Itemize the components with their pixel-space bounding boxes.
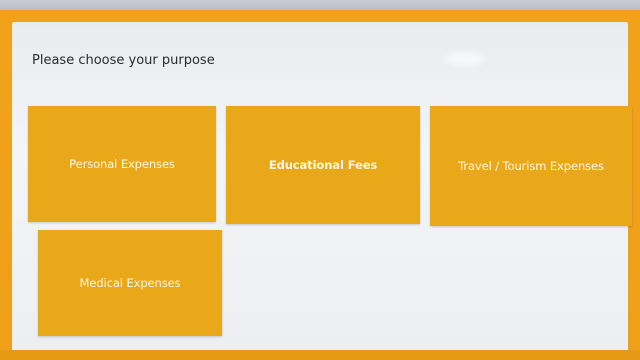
tile-label: Travel / Tourism Expenses bbox=[458, 159, 604, 173]
tile-label: Personal Expenses bbox=[69, 157, 175, 171]
purpose-educational-fees-button[interactable]: Educational Fees bbox=[226, 106, 420, 224]
tile-label: Medical Expenses bbox=[79, 276, 181, 290]
kiosk-bottom-edge bbox=[0, 350, 640, 360]
tile-label: Educational Fees bbox=[268, 158, 378, 172]
screen-glare bbox=[445, 52, 485, 66]
purpose-personal-expenses-button[interactable]: Personal Expenses bbox=[28, 106, 216, 222]
purpose-travel-tourism-button[interactable]: Travel / Tourism Expenses bbox=[430, 106, 632, 226]
page-title: Please choose your purpose bbox=[32, 53, 215, 68]
purpose-medical-expenses-button[interactable]: Medical Expenses bbox=[38, 230, 222, 336]
